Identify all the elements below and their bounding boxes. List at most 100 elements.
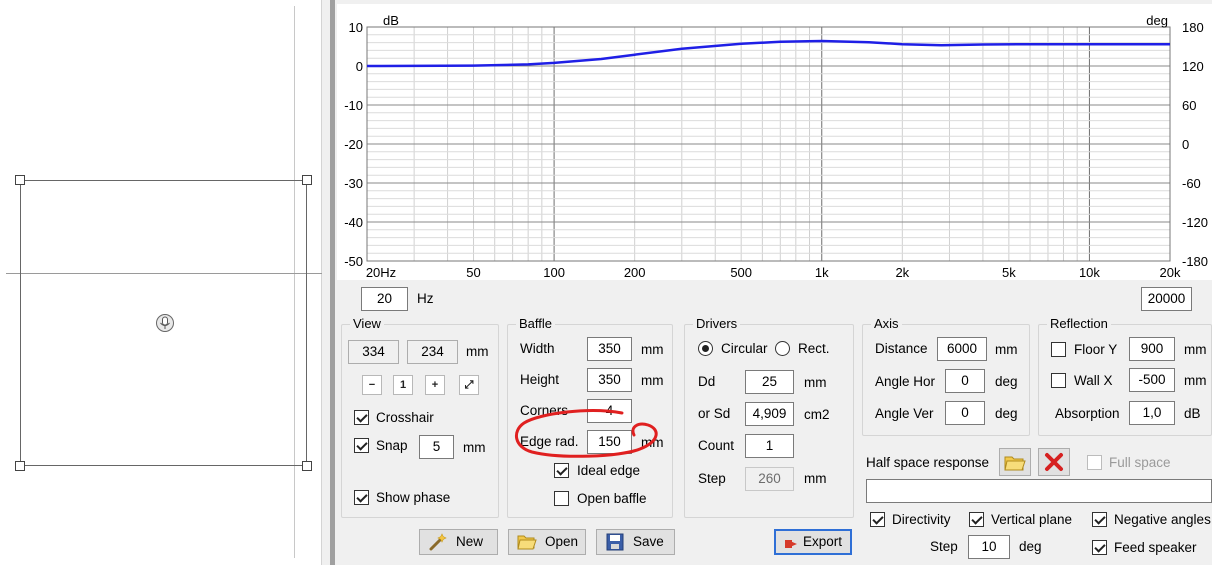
y-left-unit-label: dB [383, 13, 399, 28]
snap-unit-label: mm [463, 440, 486, 455]
y-right-tick-label: -60 [1182, 176, 1201, 191]
show-phase-checkbox[interactable] [354, 490, 369, 505]
angle-ver-unit: deg [995, 406, 1018, 421]
vertical-plane-label: Vertical plane [991, 512, 1073, 527]
zoom-in-icon[interactable]: + [425, 375, 445, 395]
view-group-title: View [350, 316, 384, 332]
x-tick-label: 100 [543, 265, 565, 280]
freq-max-input[interactable]: 20000 [1141, 287, 1192, 311]
angle-ver-label: Angle Ver [875, 406, 934, 421]
options-step-input[interactable]: 10 [968, 535, 1010, 559]
chart-svg: 100-10-20-30-40-50180120600-60-120-180dB… [344, 13, 1208, 280]
distance-label: Distance [875, 341, 928, 356]
resize-handle-bottom-right[interactable] [302, 461, 312, 471]
export-button-label: Export [803, 534, 843, 549]
freq-unit-label: Hz [417, 291, 434, 306]
zoom-out-icon[interactable]: − [362, 375, 382, 395]
distance-input[interactable]: 6000 [937, 337, 987, 361]
baffle-canvas[interactable] [0, 0, 322, 565]
driver-microphone-icon[interactable] [155, 313, 175, 333]
full-space-checkbox[interactable] [1087, 455, 1102, 470]
floor-label: Floor Y [1074, 342, 1118, 357]
y-right-tick-label: -180 [1182, 254, 1208, 269]
directivity-checkbox[interactable] [870, 512, 885, 527]
export-arrow-icon [785, 540, 797, 548]
angle-hor-label: Angle Hor [875, 374, 936, 389]
save-button[interactable]: Save [596, 529, 675, 555]
baffle-height-unit: mm [641, 373, 664, 388]
negative-angles-checkbox[interactable] [1092, 512, 1107, 527]
zoom-fit-icon[interactable]: 1 [393, 375, 413, 395]
snap-checkbox[interactable] [354, 438, 369, 453]
floor-input[interactable]: 900 [1129, 337, 1175, 361]
snap-input[interactable]: 5 [419, 435, 454, 459]
dd-input[interactable]: 25 [745, 370, 794, 394]
count-input[interactable]: 1 [745, 434, 794, 458]
step-input[interactable]: 260 [745, 467, 794, 491]
wall-label: Wall X [1074, 373, 1113, 388]
baffle-height-input[interactable]: 350 [587, 368, 632, 392]
crosshair-checkbox[interactable] [354, 410, 369, 425]
y-right-unit-label: deg [1146, 13, 1168, 28]
baffle-group-title: Baffle [516, 316, 556, 332]
y-right-tick-label: -120 [1182, 215, 1208, 230]
x-tick-label: 200 [624, 265, 646, 280]
angle-ver-input[interactable]: 0 [945, 401, 985, 425]
absorption-input[interactable]: 1,0 [1129, 401, 1175, 425]
snap-label: Snap [376, 438, 408, 453]
y-right-tick-label: 180 [1182, 20, 1204, 35]
magic-wand-icon [429, 533, 447, 551]
baffle-width-input[interactable]: 350 [587, 337, 632, 361]
resize-handle-top-right[interactable] [302, 175, 312, 185]
open-button-label: Open [545, 534, 579, 549]
full-space-label: Full space [1109, 455, 1171, 470]
open-baffle-label: Open baffle [577, 491, 647, 506]
resize-handle-bottom-left[interactable] [15, 461, 25, 471]
half-space-open-button[interactable] [999, 448, 1031, 476]
sd-input[interactable]: 4,909 [745, 402, 794, 426]
y-left-tick-label: -20 [344, 137, 363, 152]
angle-hor-input[interactable]: 0 [945, 369, 985, 393]
y-right-tick-label: 120 [1182, 59, 1204, 74]
half-space-path-input[interactable] [866, 479, 1212, 503]
x-tick-label: 1k [815, 265, 829, 280]
open-baffle-checkbox[interactable] [554, 491, 569, 506]
floppy-disk-icon [606, 533, 624, 551]
folder-icon [1004, 456, 1026, 471]
new-button[interactable]: New [419, 529, 498, 555]
ideal-edge-checkbox[interactable] [554, 463, 569, 478]
wall-unit: mm [1184, 373, 1207, 388]
wall-input[interactable]: -500 [1129, 368, 1175, 392]
zoom-extents-icon[interactable]: ⤢ [459, 375, 479, 395]
floor-unit: mm [1184, 342, 1207, 357]
folder-open-icon [517, 535, 537, 550]
open-button[interactable]: Open [508, 529, 586, 555]
options-step-unit: deg [1019, 539, 1042, 554]
freq-min-input[interactable]: 20 [361, 287, 408, 311]
step-unit: mm [804, 471, 827, 486]
half-space-label: Half space response [866, 455, 990, 470]
new-button-label: New [456, 534, 484, 549]
circular-label: Circular [721, 341, 768, 356]
rect-radio[interactable] [775, 341, 790, 356]
feed-speaker-checkbox[interactable] [1092, 540, 1107, 555]
step-label: Step [698, 471, 726, 486]
view-height-value: 234 [407, 340, 458, 364]
circular-radio[interactable] [698, 341, 713, 356]
x-tick-label: 500 [730, 265, 752, 280]
baffle-width-unit: mm [641, 342, 664, 357]
x-tick-label: 20Hz [366, 265, 396, 280]
resize-handle-top-left[interactable] [15, 175, 25, 185]
angle-hor-unit: deg [995, 374, 1018, 389]
baffle-height-label: Height [520, 372, 560, 387]
feed-speaker-label: Feed speaker [1114, 540, 1197, 555]
half-space-clear-button[interactable] [1038, 448, 1070, 476]
export-button[interactable]: Export [774, 529, 852, 555]
wall-checkbox[interactable] [1051, 373, 1066, 388]
rect-label: Rect. [798, 341, 830, 356]
y-left-tick-label: -10 [344, 98, 363, 113]
drivers-group-title: Drivers [693, 316, 741, 332]
floor-checkbox[interactable] [1051, 342, 1066, 357]
x-tick-label: 2k [895, 265, 909, 280]
vertical-plane-checkbox[interactable] [969, 512, 984, 527]
